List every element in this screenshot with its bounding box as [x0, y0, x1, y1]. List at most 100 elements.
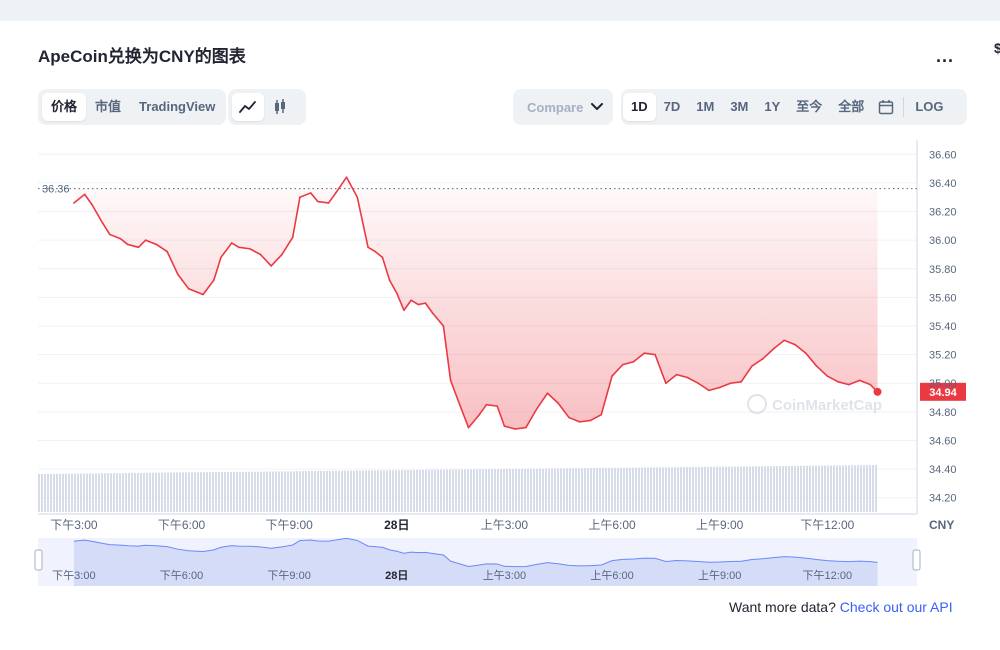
- volume-bar: [137, 472, 139, 512]
- volume-bar: [860, 465, 862, 512]
- volume-bar: [782, 466, 784, 512]
- navigator-tick-label: 下午3:00: [52, 569, 95, 582]
- volume-bar: [713, 466, 715, 512]
- volume-bar: [302, 471, 304, 512]
- navigator-left-handle[interactable]: [34, 549, 43, 571]
- volume-bar: [74, 473, 76, 512]
- navigator-right-handle[interactable]: [912, 549, 921, 571]
- volume-bar: [386, 470, 388, 512]
- volume-bar: [83, 473, 85, 512]
- volume-bar: [401, 470, 403, 512]
- volume-bar: [542, 468, 544, 512]
- volume-bar: [737, 466, 739, 512]
- volume-bar: [179, 472, 181, 512]
- volume-bar: [812, 465, 814, 512]
- volume-bar: [107, 473, 109, 512]
- volume-bar: [227, 471, 229, 512]
- volume-bar: [80, 473, 82, 512]
- range-navigator[interactable]: 下午3:00 下午6:00 下午9:00 28日 上午3:00 上午6:00 上午9:00 下…: [34, 537, 921, 586]
- y-tick-label: 36.00: [929, 235, 957, 247]
- volume-bar: [533, 468, 535, 512]
- volume-bar: [104, 473, 106, 512]
- volume-bar: [869, 465, 871, 512]
- last-price-point: [873, 387, 882, 396]
- volume-bar: [536, 468, 538, 512]
- volume-bar: [530, 468, 532, 512]
- volume-bar: [455, 469, 457, 512]
- volume-bar: [257, 471, 259, 512]
- volume-bar: [566, 468, 568, 512]
- volume-bar: [47, 473, 49, 512]
- volume-bar: [806, 465, 808, 512]
- volume-bar: [365, 470, 367, 512]
- api-link[interactable]: Check out our API: [840, 599, 953, 615]
- volume-bar: [92, 473, 94, 512]
- volume-bar: [503, 469, 505, 512]
- x-tick-label: 下午9:00: [265, 518, 313, 532]
- volume-bar: [290, 471, 292, 512]
- volume-bar: [704, 466, 706, 512]
- price-chart[interactable]: CoinMarketCap 36.60 36.40 36.20 36.00 35.80 3…: [0, 0, 1000, 600]
- volume-bar: [851, 465, 853, 512]
- volume-bar: [113, 473, 115, 512]
- volume-bar: [581, 468, 583, 512]
- volume-bar: [152, 472, 154, 512]
- volume-bar: [701, 466, 703, 512]
- volume-bar: [857, 465, 859, 512]
- volume-bar: [773, 466, 775, 512]
- volume-bar: [863, 465, 865, 512]
- volume-bar: [488, 469, 490, 512]
- volume-bar: [59, 473, 61, 512]
- volume-bar: [164, 472, 166, 512]
- volume-bar: [689, 467, 691, 512]
- volume-bar: [833, 465, 835, 512]
- volume-bar: [323, 470, 325, 512]
- volume-bar: [611, 467, 613, 512]
- volume-bar: [617, 467, 619, 512]
- volume-bar: [821, 465, 823, 512]
- volume-bar: [125, 473, 127, 512]
- volume-bar: [674, 467, 676, 512]
- volume-bar: [695, 466, 697, 512]
- y-tick-label: 35.60: [929, 292, 957, 304]
- volume-bar: [410, 470, 412, 512]
- volume-bar: [53, 473, 55, 512]
- volume-bar: [443, 469, 445, 512]
- volume-bar: [224, 472, 226, 512]
- volume-bar: [293, 471, 295, 512]
- volume-bar: [167, 472, 169, 512]
- volume-bar: [347, 470, 349, 512]
- volume-bar: [641, 467, 643, 512]
- volume-bar: [449, 469, 451, 512]
- volume-bar: [428, 469, 430, 512]
- volume-bar: [170, 472, 172, 512]
- volume-bar: [353, 470, 355, 512]
- volume-bar: [746, 466, 748, 512]
- volume-bar: [191, 472, 193, 512]
- volume-bar: [569, 468, 571, 512]
- y-tick-label: 34.40: [929, 464, 957, 476]
- x-tick-label: 上午9:00: [696, 518, 744, 532]
- volume-bar: [185, 472, 187, 512]
- volume-bar: [158, 472, 160, 512]
- volume-bar: [71, 473, 73, 512]
- volume-bar: [593, 468, 595, 512]
- volume-bar: [263, 471, 265, 512]
- volume-bar: [251, 471, 253, 512]
- volume-bar: [767, 466, 769, 512]
- volume-bar: [326, 470, 328, 512]
- volume-bar: [854, 465, 856, 512]
- volume-bar: [506, 468, 508, 512]
- volume-bar: [656, 467, 658, 512]
- volume-bar: [659, 467, 661, 512]
- volume-bar: [266, 471, 268, 512]
- volume-bar: [233, 471, 235, 512]
- volume-bar: [497, 469, 499, 512]
- volume-bar: [278, 471, 280, 512]
- volume-bar: [350, 470, 352, 512]
- volume-bar: [431, 469, 433, 512]
- volume-bar: [698, 466, 700, 512]
- volume-bar: [548, 468, 550, 512]
- volume-bar: [203, 472, 205, 512]
- y-tick-label: 34.60: [929, 435, 957, 447]
